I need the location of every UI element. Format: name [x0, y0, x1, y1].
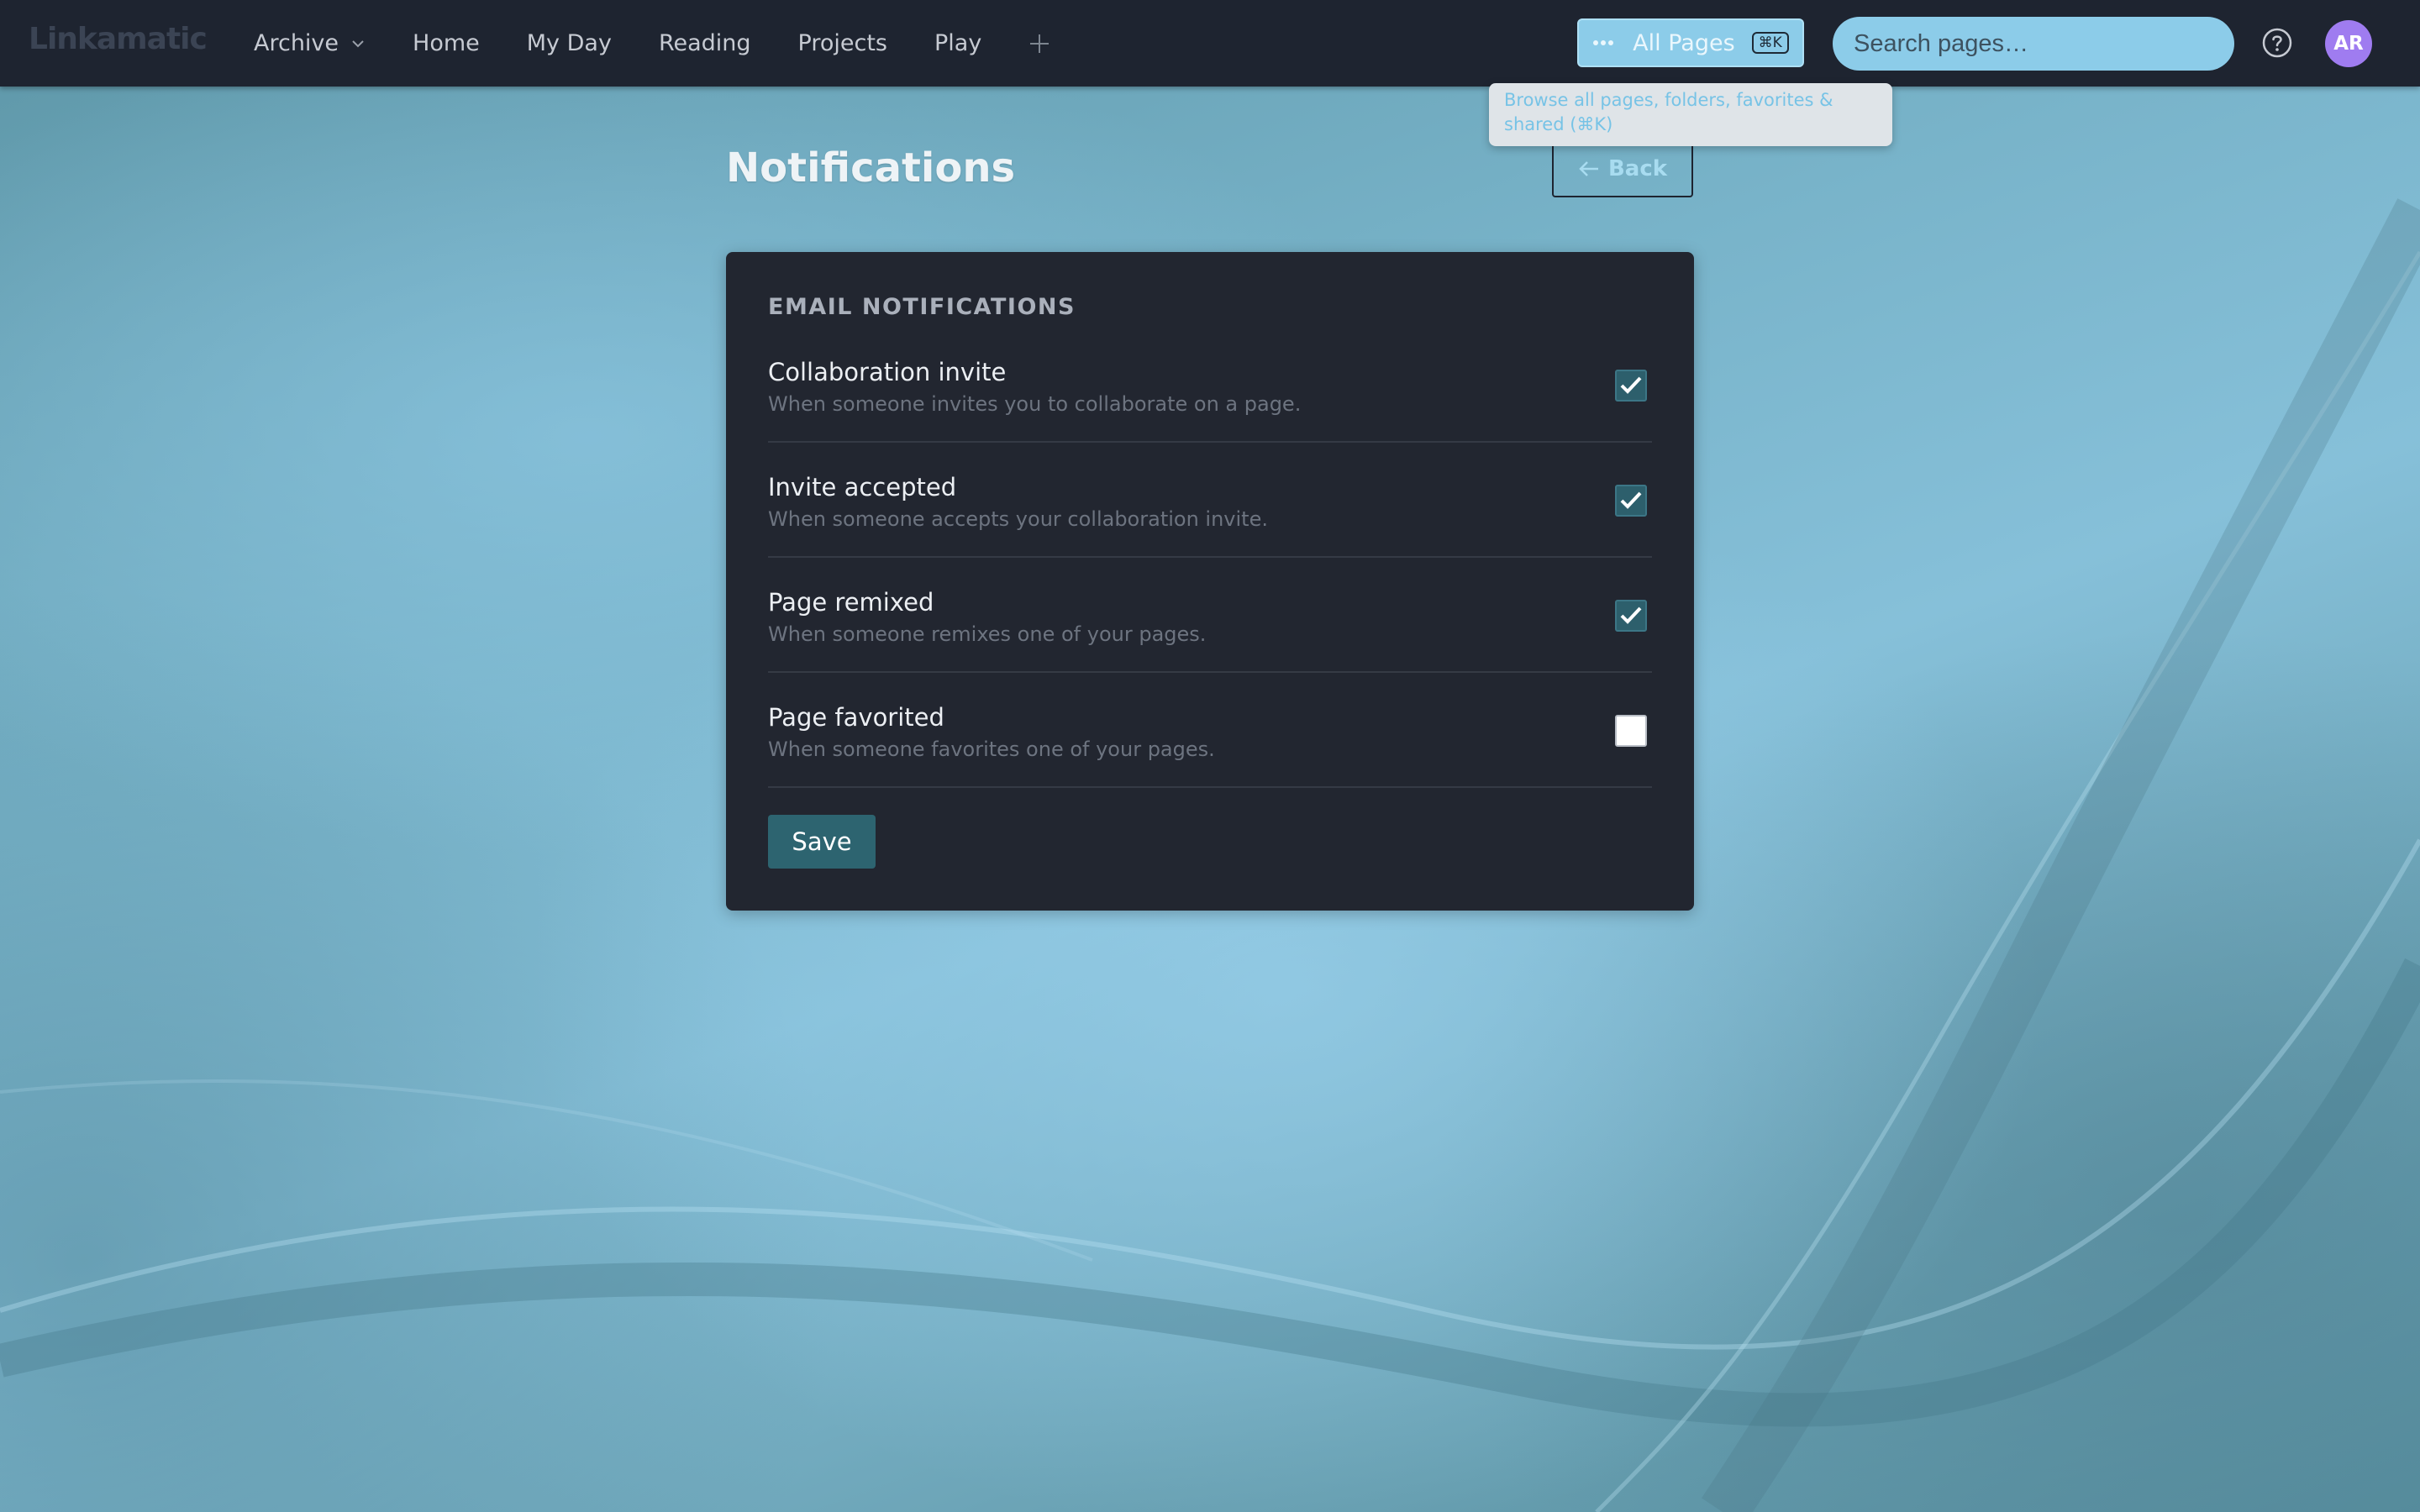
invite-accepted-checkbox[interactable]	[1615, 485, 1647, 517]
page-favorited-checkbox[interactable]	[1615, 715, 1647, 747]
page-remixed-checkbox[interactable]	[1615, 600, 1647, 632]
help-icon[interactable]	[2261, 27, 2293, 59]
row-description: When someone accepts your collaboration …	[768, 507, 1268, 531]
page-title: Notifications	[726, 144, 1016, 192]
nav-archive-dropdown[interactable]: Archive	[254, 30, 366, 56]
all-pages-tooltip: Browse all pages, folders, favorites & s…	[1489, 83, 1892, 146]
row-label: Page favorited	[768, 703, 944, 732]
checkmark-icon	[1620, 606, 1642, 624]
notification-row-page-remixed: Page remixed When someone remixes one of…	[768, 558, 1652, 673]
email-notifications-card: EMAIL NOTIFICATIONS Collaboration invite…	[726, 252, 1694, 911]
app-logo[interactable]: Linkamatic	[29, 22, 208, 56]
nav-item-projects[interactable]: Projects	[798, 30, 887, 56]
section-title: EMAIL NOTIFICATIONS	[768, 294, 1076, 320]
checkmark-icon	[1620, 491, 1642, 509]
row-description: When someone remixes one of your pages.	[768, 622, 1207, 646]
notification-row-collaboration-invite: Collaboration invite When someone invite…	[768, 353, 1652, 443]
more-dots-icon	[1593, 40, 1614, 45]
row-description: When someone favorites one of your pages…	[768, 738, 1215, 761]
shortcut-badge: ⌘K	[1751, 32, 1789, 54]
back-button[interactable]: Back	[1552, 139, 1693, 197]
row-label: Invite accepted	[768, 473, 957, 501]
top-navigation-bar: Linkamatic Archive Home My Day Reading P…	[0, 0, 2420, 87]
nav-item-play[interactable]: Play	[934, 30, 981, 56]
nav-item-home[interactable]: Home	[413, 30, 480, 56]
notification-row-invite-accepted: Invite accepted When someone accepts you…	[768, 443, 1652, 558]
row-label: Collaboration invite	[768, 358, 1007, 386]
collaboration-invite-checkbox[interactable]	[1615, 370, 1647, 402]
add-page-plus-icon[interactable]	[1028, 33, 1050, 55]
nav-archive-label: Archive	[254, 30, 339, 56]
all-pages-button[interactable]: All Pages ⌘K	[1577, 18, 1804, 67]
arrow-left-icon	[1579, 160, 1598, 176]
nav-item-my-day[interactable]: My Day	[527, 30, 612, 56]
nav-item-reading[interactable]: Reading	[659, 30, 751, 56]
main-nav: Archive Home My Day Reading Projects Pla…	[254, 0, 1050, 87]
save-button[interactable]: Save	[768, 815, 876, 869]
search-input[interactable]	[1833, 17, 2234, 71]
chevron-down-icon	[352, 39, 364, 47]
checkmark-icon	[1620, 376, 1642, 394]
back-button-label: Back	[1607, 155, 1668, 181]
row-description: When someone invites you to collaborate …	[768, 392, 1302, 416]
row-label: Page remixed	[768, 588, 934, 617]
user-avatar[interactable]: AR	[2325, 20, 2372, 67]
all-pages-label: All Pages	[1633, 29, 1735, 56]
notification-row-page-favorited: Page favorited When someone favorites on…	[768, 673, 1652, 788]
